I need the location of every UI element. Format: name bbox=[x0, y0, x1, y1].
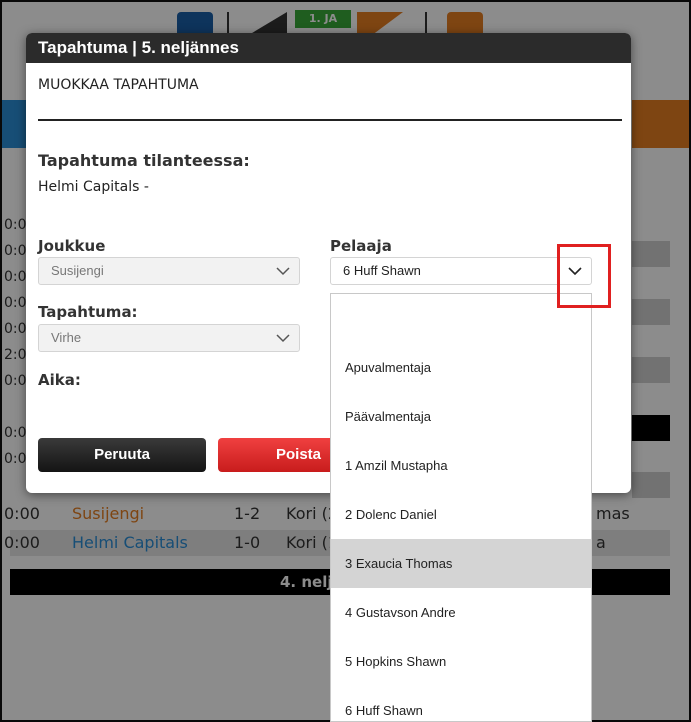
dropdown-option[interactable]: 4 Gustavson Andre bbox=[331, 588, 591, 637]
player-dropdown-list: Apuvalmentaja Päävalmentaja 1 Amzil Must… bbox=[330, 293, 592, 722]
highlight-box bbox=[557, 244, 611, 308]
chevron-down-icon bbox=[276, 334, 290, 343]
dropdown-option[interactable]: Apuvalmentaja bbox=[331, 343, 591, 392]
player-label: Pelaaja bbox=[330, 237, 392, 255]
dropdown-option[interactable]: 5 Hopkins Shawn bbox=[331, 637, 591, 686]
situation-value: Helmi Capitals - bbox=[38, 179, 149, 195]
cancel-button[interactable]: Peruuta bbox=[38, 438, 206, 472]
dropdown-option-empty[interactable] bbox=[331, 294, 591, 343]
dropdown-option[interactable]: 1 Amzil Mustapha bbox=[331, 441, 591, 490]
situation-heading: Tapahtuma tilanteessa: bbox=[38, 151, 250, 170]
modal-title: Tapahtuma | 5. neljännes bbox=[26, 33, 631, 63]
divider bbox=[38, 119, 622, 121]
team-label: Joukkue bbox=[38, 237, 106, 255]
dropdown-option[interactable]: 2 Dolenc Daniel bbox=[331, 490, 591, 539]
dropdown-option-hovered[interactable]: 3 Exaucia Thomas bbox=[331, 539, 591, 588]
time-label: Aika: bbox=[38, 371, 81, 389]
event-select[interactable]: Virhe bbox=[38, 324, 300, 352]
event-label: Tapahtuma: bbox=[38, 303, 138, 321]
dropdown-option[interactable]: 6 Huff Shawn bbox=[331, 686, 591, 721]
modal-subtitle: MUOKKAA TAPAHTUMA bbox=[38, 77, 199, 93]
team-select[interactable]: Susijengi bbox=[38, 257, 300, 285]
player-select[interactable]: 6 Huff Shawn bbox=[330, 257, 592, 285]
chevron-down-icon bbox=[276, 267, 290, 276]
dropdown-option[interactable]: Päävalmentaja bbox=[331, 392, 591, 441]
